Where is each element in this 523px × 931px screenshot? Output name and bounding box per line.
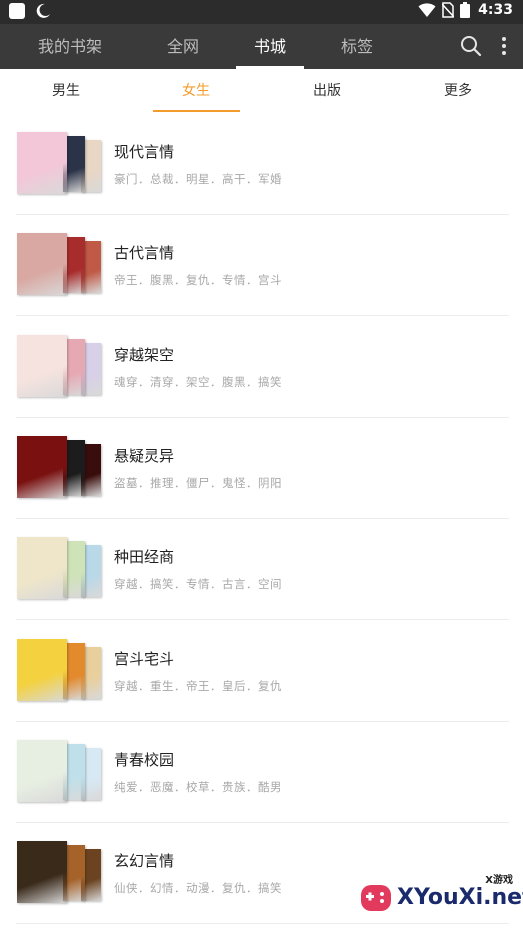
book-cover — [17, 638, 67, 701]
app-bar: 我的书架 全网 书城 标签 — [0, 24, 523, 69]
category-title: 玄幻言情 — [114, 852, 175, 871]
category-tags: 帝王．腹黑．复仇．专情．宫斗 — [114, 273, 282, 288]
cover-stack — [17, 132, 101, 196]
battery-icon — [460, 2, 471, 18]
clock: 4:33 — [478, 2, 513, 18]
watermark-text: XYouXi.net — [397, 885, 523, 910]
category-title: 宫斗宅斗 — [114, 649, 175, 668]
category-row[interactable]: 悬疑灵异盗墓．推理．僵尸．鬼怪．阴阳 — [0, 418, 523, 519]
book-cover — [17, 537, 67, 600]
status-bar: 4:33 — [0, 0, 523, 24]
active-subtab-indicator — [153, 110, 240, 112]
cover-stack — [17, 739, 101, 804]
category-row[interactable]: 宫斗宅斗穿越．重生．帝王．皇后．复仇 — [0, 621, 523, 722]
cover-stack — [17, 233, 101, 297]
category-row[interactable]: 现代言情豪门．总裁．明星．高干．军婚 — [0, 114, 523, 215]
tab-tags[interactable]: 标签 — [330, 24, 384, 69]
watermark-sub: X游戏 — [485, 875, 513, 886]
book-cover — [17, 435, 67, 498]
book-cover — [17, 233, 67, 296]
subtab-published[interactable]: 出版 — [282, 69, 372, 114]
category-title: 现代言情 — [114, 143, 175, 161]
search-icon[interactable] — [460, 35, 482, 57]
cover-stack — [17, 638, 101, 703]
more-vert-icon[interactable] — [496, 35, 512, 57]
wifi-icon — [418, 3, 436, 17]
category-title: 穿越架空 — [114, 345, 175, 364]
category-title: 种田经商 — [114, 548, 175, 567]
subtab-more[interactable]: 更多 — [413, 69, 503, 114]
moon-icon — [36, 3, 50, 18]
category-tags: 穿越．搞笑．专情．古言．空间 — [114, 577, 282, 592]
category-tags: 穿越．重生．帝王．皇后．复仇 — [114, 678, 282, 693]
tab-all-web[interactable]: 全网 — [156, 24, 210, 69]
no-sim-icon — [442, 2, 455, 18]
category-row[interactable]: 古代言情帝王．腹黑．复仇．专情．宫斗 — [0, 215, 523, 317]
cover-stack — [17, 435, 101, 500]
book-cover — [17, 739, 67, 802]
watermark: X游戏 XYouXi.net — [355, 871, 523, 921]
category-tags: 纯爱．恶魔．校草．贵族．酷男 — [114, 779, 282, 794]
cover-stack — [17, 537, 101, 601]
cover-stack — [17, 841, 101, 905]
app-icon — [9, 3, 25, 19]
book-cover — [17, 841, 67, 904]
category-tags: 盗墓．推理．僵尸．鬼怪．阴阳 — [114, 475, 282, 490]
category-title: 青春校园 — [114, 750, 175, 769]
watermark-logo-icon — [361, 885, 391, 911]
row-divider — [16, 923, 509, 925]
book-cover — [17, 132, 67, 194]
category-tags: 魂穿．清穿．架空．腹黑．搞笑 — [114, 374, 282, 389]
subtab-male[interactable]: 男生 — [21, 69, 111, 114]
cover-stack — [17, 334, 101, 399]
tab-bookstore[interactable]: 书城 — [236, 24, 304, 69]
subtab-female[interactable]: 女生 — [151, 69, 241, 114]
category-tags: 仙侠．幻情．动漫．复仇．搞笑 — [114, 881, 282, 896]
category-title: 古代言情 — [114, 244, 175, 263]
category-row[interactable]: 种田经商穿越．搞笑．专情．古言．空间 — [0, 519, 523, 621]
sub-tabs: 男生 女生 出版 更多 — [0, 69, 523, 114]
book-cover — [17, 334, 67, 397]
category-title: 悬疑灵异 — [114, 446, 175, 465]
category-row[interactable]: 青春校园纯爱．恶魔．校草．贵族．酷男 — [0, 722, 523, 823]
category-tags: 豪门．总裁．明星．高干．军婚 — [114, 172, 282, 186]
tab-my-shelf[interactable]: 我的书架 — [26, 24, 114, 69]
category-row[interactable]: 穿越架空魂穿．清穿．架空．腹黑．搞笑 — [0, 317, 523, 418]
